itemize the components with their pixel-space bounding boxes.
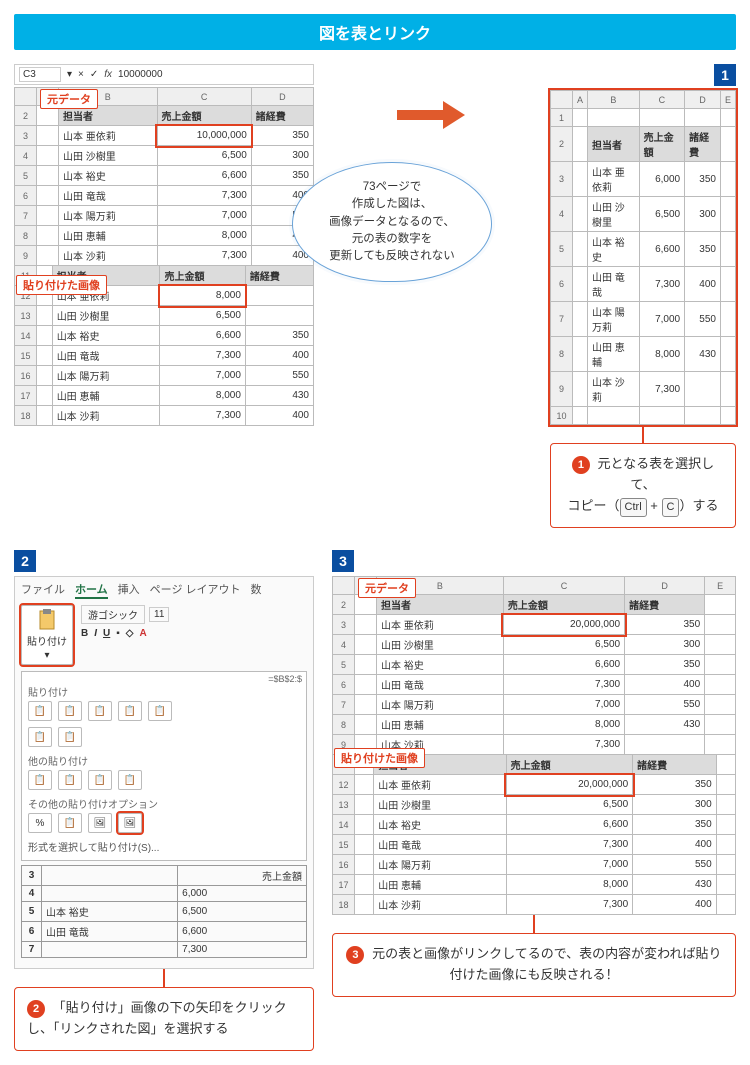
chevron-down-icon[interactable]: ▾ [44,650,49,661]
paste-icon[interactable]: 📋 [118,770,142,790]
step-badge-2: 2 [14,550,36,572]
callout-badge-2: 2 [27,1000,45,1018]
table-row[interactable]: 16山本 陽万莉7,000550 [15,366,314,386]
thought-bubble: 73ページで 作成した図は、 画像データとなるので、 元の表の数字を 更新しても… [292,162,492,282]
table-row[interactable]: 9山本 沙莉7,300400 [15,246,314,266]
paste-icon[interactable]: 📋 [28,770,52,790]
table-row[interactable]: 4山田 沙樹里6,500300 [333,635,736,655]
clipboard-icon [36,609,58,631]
step-badge-3: 3 [332,550,354,572]
callout-badge-1: 1 [572,456,590,474]
table-row[interactable]: 18山本 沙莉7,300400 [333,895,736,915]
table-row[interactable]: 4山田 沙樹里6,500300 [551,197,736,232]
tab-file[interactable]: ファイル [21,581,65,599]
step-badge-1: 1 [714,64,736,86]
sheet-step1[interactable]: A B C D E 1 2 担当者 売上金額 諸経費 3山本 亜依莉6,0003… [550,90,736,425]
paste-icon[interactable]: 📋 [148,701,172,721]
section-paste: 貼り付け [28,684,300,699]
paste-icon[interactable]: 📋 [118,701,142,721]
formula-bar: C3 ▾×✓ fx 10000000 [14,64,314,85]
table-row[interactable]: 16山本 陽万莉7,000550 [333,855,736,875]
paste-icon[interactable]: 📋 [88,770,112,790]
paste-icon[interactable]: 📋 [58,813,82,833]
table-row[interactable]: 9山本 沙莉7,300 [551,372,736,407]
tab-formulas[interactable]: 数 [251,581,262,599]
table-row[interactable]: 3山本 亜依莉10,000,000350 [15,126,314,146]
callout-1: 1 元となる表を選択して、 コピー（Ctrl + C）する [550,443,736,528]
section-other-paste: 他の貼り付け [28,753,300,768]
table-row[interactable]: 14山本 裕史6,600350 [15,326,314,346]
table-row[interactable]: 5山本 裕史6,600350 [333,655,736,675]
background-sheet: 3売上金額 46,000 5山本 裕史6,500 6山田 竜哉6,600 77,… [21,865,307,958]
sheet-step3-source[interactable]: A B C D E 2 担当者 売上金額 諸経費 3山本 亜依莉20,000,0… [332,576,736,755]
excel-ribbon: ファイル ホーム 挿入 ページ レイアウト 数 貼り付け ▾ 游ゴシック 11 [14,576,314,969]
col-header-row: A B C D E [551,91,736,109]
table-row[interactable]: 8山田 恵輔8,000430 [551,337,736,372]
table-row[interactable]: 8山田 恵輔8,000430 [15,226,314,246]
sheet-step3-pasted[interactable]: 11 担当者 売上金額 諸経費 12山本 亜依莉20,000,000350 13… [332,754,736,915]
fx-icon: fx [104,69,112,80]
paste-icon[interactable]: 📋 [58,770,82,790]
table-row[interactable]: 17山田 恵輔8,000430 [15,386,314,406]
table-row[interactable]: 17山田 恵輔8,000430 [333,875,736,895]
table-row[interactable]: 15山田 竜哉7,300400 [333,835,736,855]
paste-icon[interactable]: % [28,813,52,833]
paste-icon[interactable]: 📋 [58,701,82,721]
paste-options-grid: 📋 📋 📋 📋 📋 📋 📋 [28,701,300,747]
table-row[interactable]: 5山本 裕史6,600350 [551,232,736,267]
page-title: 図を表とリンク [14,14,736,50]
panel-step3: 3 元データ A B C D E 2 担当者 売上金額 諸経費 3山本 亜依莉2… [332,550,736,1051]
italic-button[interactable]: I [94,628,97,639]
paste-icon[interactable]: 📋 [28,727,52,747]
section-paste-options: その他の貼り付けオプション [28,796,300,811]
table-row[interactable]: 6山田 竜哉7,300400 [333,675,736,695]
table-row[interactable]: 12山本 亜依莉20,000,000350 [333,775,736,795]
table-row[interactable]: 4山田 沙樹里6,500300 [15,146,314,166]
table-row[interactable]: 3山本 亜依莉6,000350 [551,162,736,197]
table-row[interactable]: 5山本 裕史6,600350 [15,166,314,186]
paste-icon[interactable]: 📋 [28,701,52,721]
underline-button[interactable]: U [103,628,110,639]
table-row[interactable]: 7山本 陽万莉7,000550 [551,302,736,337]
sheet-original[interactable]: A B C D 2 担当者 売上金額 諸経費 3山本 亜依莉10,000,000… [14,87,314,266]
font-select[interactable]: 游ゴシック [81,605,145,624]
table-row[interactable]: 14山本 裕史6,600350 [333,815,736,835]
label-source-data: 元データ [358,578,416,598]
callout-badge-3: 3 [346,946,364,964]
label-source-data: 元データ [40,89,98,109]
table-row[interactable]: 7山本 陽万莉7,000550 [333,695,736,715]
table-row[interactable]: 3山本 亜依莉20,000,000350 [333,615,736,635]
tab-pagelayout[interactable]: ページ レイアウト [150,581,241,599]
cell-reference[interactable]: C3 [19,67,61,82]
callout-3: 3 元の表と画像がリンクしてるので、表の内容が変われば貼り付けた画像にも反映され… [332,933,736,997]
panel-step2: 2 ファイル ホーム 挿入 ページ レイアウト 数 貼り付け ▾ 游ゴシック 1… [14,550,314,1051]
panel-step1: 1 A B C D E 1 2 担当者 売上金額 諸経費 3山本 亜依莉6,00… [550,64,736,528]
bold-button[interactable]: B [81,628,88,639]
paste-picture-icon[interactable]: 🖼 [88,813,112,833]
paste-linked-picture-icon[interactable]: 🖼 [118,813,142,833]
paste-special-link[interactable]: 形式を選択して貼り付け(S)... [28,839,300,854]
formula-ref: =$B$2:$ [268,674,302,684]
label-pasted-image: 貼り付けた画像 [334,748,425,768]
arrow-bubble-column: 73ページで 作成した図は、 画像データとなるので、 元の表の数字を 更新しても… [332,64,532,528]
table-row[interactable]: 18山本 沙莉7,300400 [15,406,314,426]
table-row[interactable]: 13山田 沙樹里6,500300 [333,795,736,815]
table-row[interactable]: 13山田 沙樹里6,500 [15,306,314,326]
table-row[interactable]: 6山田 竜哉7,300400 [551,267,736,302]
paste-icon[interactable]: 📋 [58,727,82,747]
paste-icon[interactable]: 📋 [88,701,112,721]
table-row[interactable]: 7山本 陽万莉7,000550 [15,206,314,226]
arrow-right-icon [397,104,467,126]
tab-home[interactable]: ホーム [75,581,108,599]
table-row[interactable]: 8山田 恵輔8,000430 [333,715,736,735]
tab-insert[interactable]: 挿入 [118,581,140,599]
font-size[interactable]: 11 [149,607,169,622]
callout-2: 2 「貼り付け」画像の下の矢印をクリックし、「リンクされた図」を選択する [14,987,314,1051]
paste-button[interactable]: 貼り付け ▾ [21,605,73,665]
table-row[interactable]: 15山田 竜哉7,300400 [15,346,314,366]
label-pasted-image: 貼り付けた画像 [16,275,107,295]
formula-value: 10000000 [118,69,163,80]
panel-left-top: C3 ▾×✓ fx 10000000 元データ A B C D 2 担当者 売上… [14,64,314,528]
table-row[interactable]: 6山田 竜哉7,300400 [15,186,314,206]
